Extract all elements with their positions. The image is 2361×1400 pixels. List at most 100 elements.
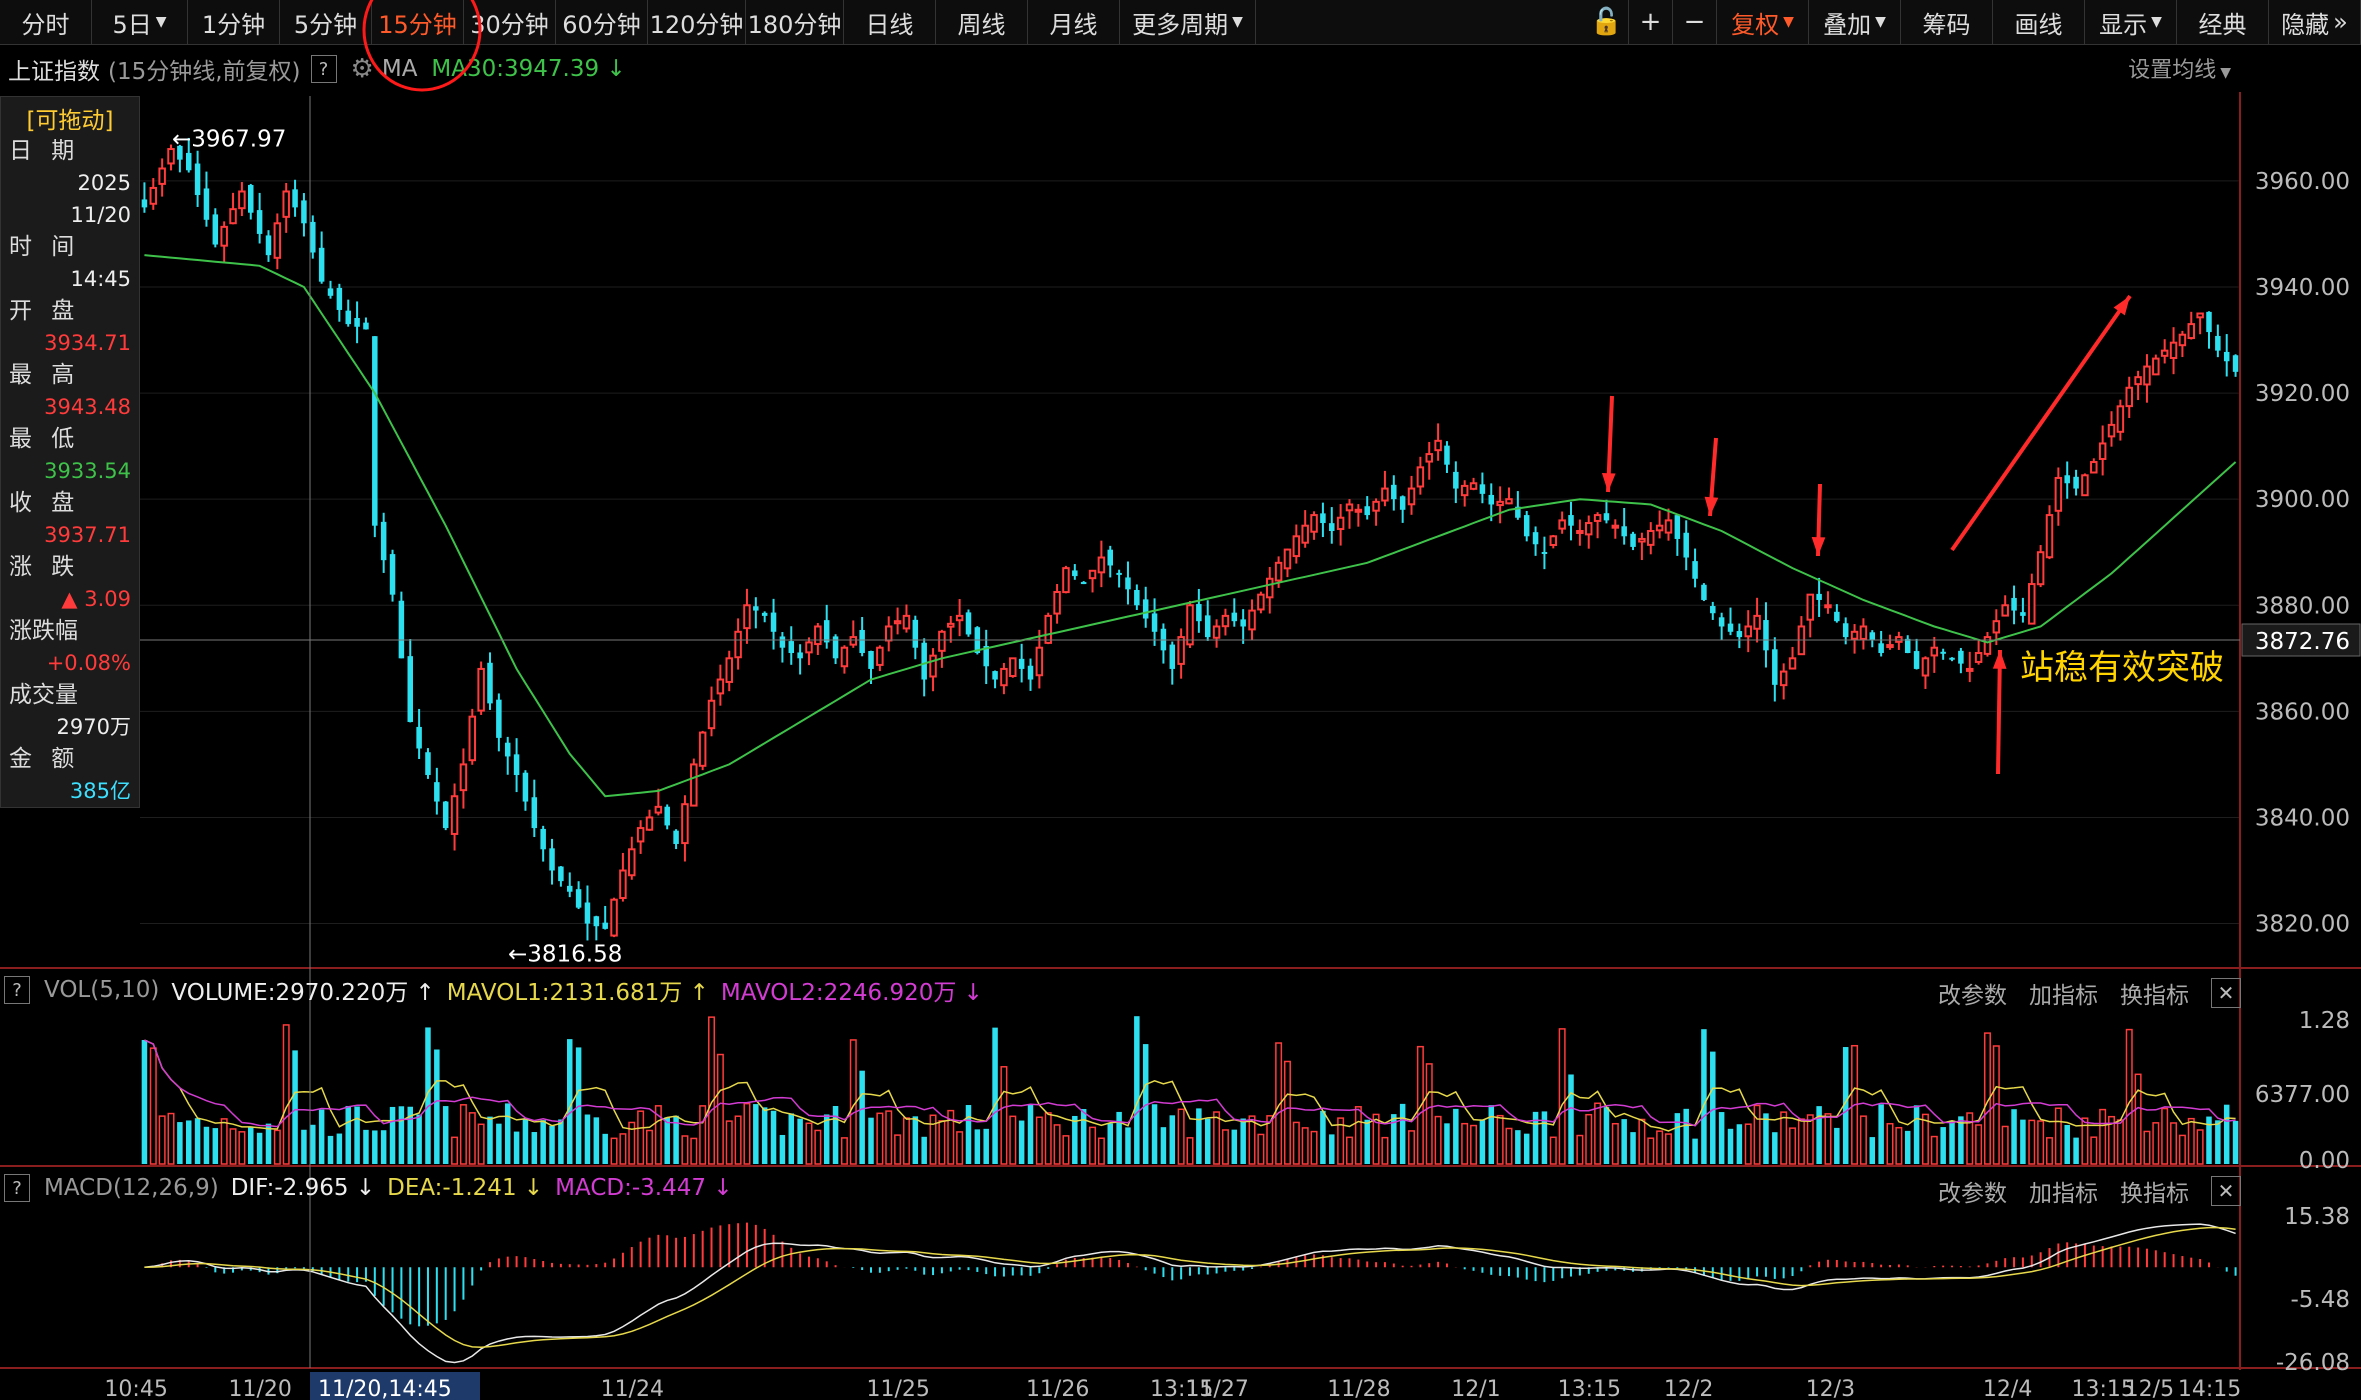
volume-bar <box>2178 1134 2186 1165</box>
candle-body <box>1399 496 1406 510</box>
volume-bar <box>699 1105 707 1165</box>
draggable-hint[interactable]: [可拖动] <box>1 101 139 135</box>
volume-bar <box>1505 1127 1513 1165</box>
volume-bar <box>619 1133 627 1165</box>
candle-body <box>849 636 858 646</box>
price-tick-label: 3860.00 <box>2255 699 2350 725</box>
add-indicator-button[interactable]: 加指标 <box>2029 976 2098 1010</box>
candle-body <box>1212 625 1221 639</box>
volume-bar <box>1062 1135 1070 1165</box>
volume-bar <box>2011 1109 2017 1164</box>
volume-bar <box>832 1106 839 1164</box>
amount-value: 385亿 <box>69 779 131 803</box>
volume-label: 成交量 <box>9 682 78 708</box>
volume-bar <box>1320 1110 1326 1164</box>
candle-body <box>1425 453 1433 463</box>
axes-group: 3960.00 3940.00 3920.00 3900.00 3880.00 3860.… <box>104 169 2350 1400</box>
candle-body <box>2125 386 2133 408</box>
candle-body <box>1647 530 1655 546</box>
macd-group <box>144 1222 2237 1364</box>
close-label: 收 盘 <box>9 490 81 516</box>
volume-bar <box>2054 1107 2062 1165</box>
candle-body <box>2116 405 2125 433</box>
volume-bar <box>2134 1073 2142 1165</box>
volume-bar <box>1044 1112 1052 1165</box>
candle-body <box>1921 657 1930 677</box>
volume-bar <box>1053 1124 1061 1165</box>
volume-bar <box>496 1123 502 1164</box>
candle-body <box>1009 657 1017 678</box>
volume-bar <box>2028 1119 2036 1165</box>
dea-value: DEA:-1.241 ↓ <box>387 1175 544 1201</box>
help-icon[interactable]: ? <box>4 976 30 1004</box>
volume-bar <box>1196 1108 1202 1164</box>
volume-bar <box>1204 1118 1211 1164</box>
time-label: 时 间 <box>9 234 81 260</box>
volume-bar <box>1895 1126 1903 1165</box>
volume-bar <box>1541 1111 1548 1164</box>
candle-body <box>2028 583 2036 625</box>
volume-bar <box>788 1113 795 1164</box>
volume-bar <box>2090 1136 2098 1165</box>
volume-bar <box>2045 1137 2053 1165</box>
ohlc-info-panel[interactable]: [可拖动] 日 期 2025 11/20 时 间 14:45 开 盘 3934.… <box>0 96 140 808</box>
volume-bar <box>797 1118 803 1164</box>
x-tick-label: 14:15 <box>2178 1377 2241 1400</box>
volume-bar <box>549 1125 555 1164</box>
candle-body <box>1692 561 1698 579</box>
volume-bar <box>1097 1137 1105 1165</box>
volume-bar <box>2170 1122 2178 1165</box>
candle-body <box>610 898 618 937</box>
vol-volume-value: VOLUME:2970.220万 ↑ <box>171 980 435 1006</box>
edit-params-button[interactable]: 改参数 <box>1938 1174 2007 1208</box>
volume-bar <box>372 1130 378 1164</box>
volume-tools: 改参数 加指标 换指标 ✕ <box>1938 976 2241 1010</box>
candle-body <box>327 288 334 296</box>
close-icon[interactable]: ✕ <box>2211 978 2241 1008</box>
volume-bar <box>1125 1127 1131 1164</box>
candle-body <box>2001 604 2009 617</box>
candle-body <box>1434 439 1442 452</box>
candle-body <box>1248 609 1256 631</box>
switch-indicator-button[interactable]: 换指标 <box>2120 976 2189 1010</box>
candle-body <box>823 620 830 643</box>
candle-body <box>1257 593 1265 611</box>
candle-body <box>1611 524 1620 529</box>
volume-bar <box>301 1129 307 1164</box>
candle-body <box>1453 471 1459 489</box>
candle-body <box>1940 651 1946 654</box>
volume-bar <box>1160 1127 1167 1164</box>
edit-params-button[interactable]: 改参数 <box>1938 976 2007 1010</box>
volume-bar <box>610 1137 618 1165</box>
volume-bar <box>602 1133 608 1164</box>
date-label: 日 期 <box>9 138 81 164</box>
volume-bar <box>983 1128 989 1164</box>
volume-bar <box>840 1137 848 1165</box>
candle-body <box>2169 341 2178 360</box>
volume-bar <box>1434 1115 1442 1165</box>
candle-body <box>2215 335 2221 351</box>
volume-bar <box>167 1112 175 1165</box>
change-label: 涨 跌 <box>9 554 81 580</box>
candle-body <box>1329 523 1335 531</box>
volume-bar <box>194 1118 201 1164</box>
candle-body <box>947 622 955 628</box>
macd-header: ? MACD(12,26,9) DIF:-2.965 ↓ DEA:-1.241 … <box>0 1168 2240 1208</box>
add-indicator-button[interactable]: 加指标 <box>2029 1174 2098 1208</box>
volume-bar <box>1496 1114 1504 1165</box>
candle-body <box>893 620 902 625</box>
close-icon[interactable]: ✕ <box>2211 1176 2241 1206</box>
candles-group <box>141 137 2239 941</box>
volume-bar <box>1381 1136 1389 1165</box>
volume-bar <box>2037 1120 2045 1165</box>
volume-bar <box>1399 1103 1406 1164</box>
help-icon[interactable]: ? <box>4 1174 30 1202</box>
volume-bar <box>531 1132 538 1164</box>
candle-body <box>1469 482 1478 490</box>
switch-indicator-button[interactable]: 换指标 <box>2120 1174 2189 1208</box>
candle-body <box>1621 526 1627 537</box>
candle-body <box>1683 532 1689 558</box>
candle-body <box>664 806 670 826</box>
volume-bar <box>149 1047 157 1165</box>
volume-bar <box>2223 1104 2230 1164</box>
